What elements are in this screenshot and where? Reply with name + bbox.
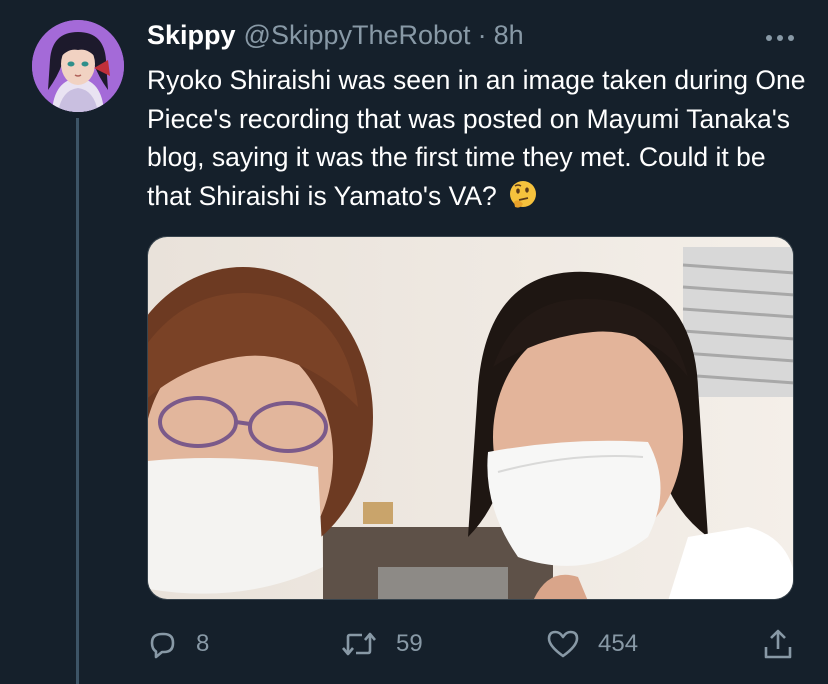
separator-dot: · (477, 20, 487, 50)
heart-icon (546, 628, 580, 660)
tweet-photo[interactable] (147, 236, 794, 600)
tweet-text: Ryoko Shiraishi was seen in an image tak… (147, 65, 806, 211)
tweet[interactable]: Skippy @SkippyTheRobot · 8h Ryoko Shirai… (0, 0, 828, 684)
avatar[interactable] (32, 20, 124, 112)
reply-button[interactable]: 8 (146, 620, 209, 668)
author-name[interactable]: Skippy (147, 20, 236, 51)
retweet-count: 59 (396, 630, 423, 657)
action-bar: 8 59 454 (0, 620, 828, 668)
share-icon (762, 627, 794, 661)
avatar-image (32, 20, 124, 112)
reply-count: 8 (196, 630, 210, 657)
tweet-text-container: Ryoko Shiraishi was seen in an image tak… (147, 61, 807, 215)
thinking-face-icon (508, 180, 538, 210)
share-button[interactable] (762, 620, 794, 668)
like-count: 454 (598, 630, 639, 657)
tweet-header: Skippy @SkippyTheRobot · 8h (147, 20, 524, 56)
like-button[interactable]: 454 (546, 620, 638, 668)
more-icon[interactable] (762, 24, 798, 52)
thread-line (76, 118, 79, 684)
reply-icon (146, 628, 178, 660)
tweet-time[interactable]: 8h (494, 20, 524, 51)
photo-image (148, 237, 793, 599)
author-handle[interactable]: @SkippyTheRobot (244, 20, 471, 51)
retweet-button[interactable]: 59 (340, 620, 423, 668)
retweet-icon (340, 628, 378, 660)
